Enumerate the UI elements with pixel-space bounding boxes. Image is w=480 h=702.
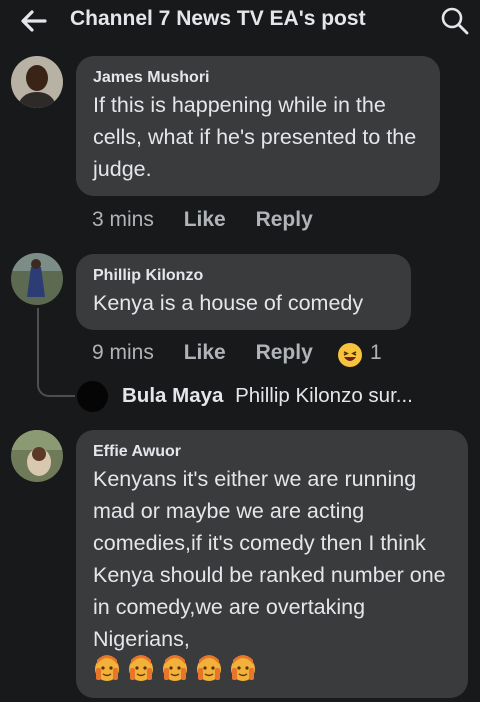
comment-text: If this is happening while in the cells,… (93, 93, 417, 181)
avatar[interactable] (11, 56, 63, 108)
reply-author[interactable]: Bula Maya (122, 384, 223, 407)
reply-preview[interactable]: Bula Maya Phillip Kilonzo sur... (122, 384, 413, 408)
comment-text: Kenyans it's either we are running mad o… (93, 467, 446, 651)
comment-text: Kenya is a house of comedy (93, 291, 364, 315)
person-facepalming-emoji-icon (95, 654, 256, 682)
comment-actions: 3 mins Like Reply (92, 208, 313, 232)
reply-button[interactable]: Reply (256, 208, 313, 231)
laughing-emoji-icon[interactable] (338, 343, 362, 367)
emoji-row (93, 654, 263, 684)
comment-author[interactable]: Phillip Kilonzo (93, 267, 203, 285)
arrow-left-icon (21, 10, 47, 32)
comment-time: 3 mins (92, 208, 154, 231)
reply-button[interactable]: Reply (256, 341, 313, 364)
thread-connector (37, 308, 75, 397)
comment-author[interactable]: Effie Awuor (93, 443, 181, 461)
page-title: Channel 7 News TV EA's post (70, 7, 366, 30)
comment-author[interactable]: James Mushori (93, 69, 209, 87)
top-bar: Channel 7 News TV EA's post (0, 0, 480, 44)
like-button[interactable]: Like (184, 208, 226, 231)
avatar[interactable] (11, 430, 63, 482)
avatar[interactable] (77, 381, 108, 412)
comment-bubble[interactable]: James Mushori If this is happening while… (76, 56, 440, 196)
comment-actions: 9 mins Like Reply (92, 341, 313, 365)
comment-bubble[interactable]: Effie Awuor Kenyans it's either we are r… (76, 430, 468, 698)
comment-bubble[interactable]: Phillip Kilonzo Kenya is a house of come… (76, 254, 411, 330)
comment-time: 9 mins (92, 341, 154, 364)
search-button[interactable] (440, 6, 470, 36)
search-icon (441, 7, 469, 35)
reaction-count[interactable]: 1 (370, 341, 382, 365)
like-button[interactable]: Like (184, 341, 226, 364)
reply-snippet: Phillip Kilonzo sur... (235, 384, 413, 407)
back-button[interactable] (18, 8, 48, 34)
avatar[interactable] (11, 253, 63, 305)
